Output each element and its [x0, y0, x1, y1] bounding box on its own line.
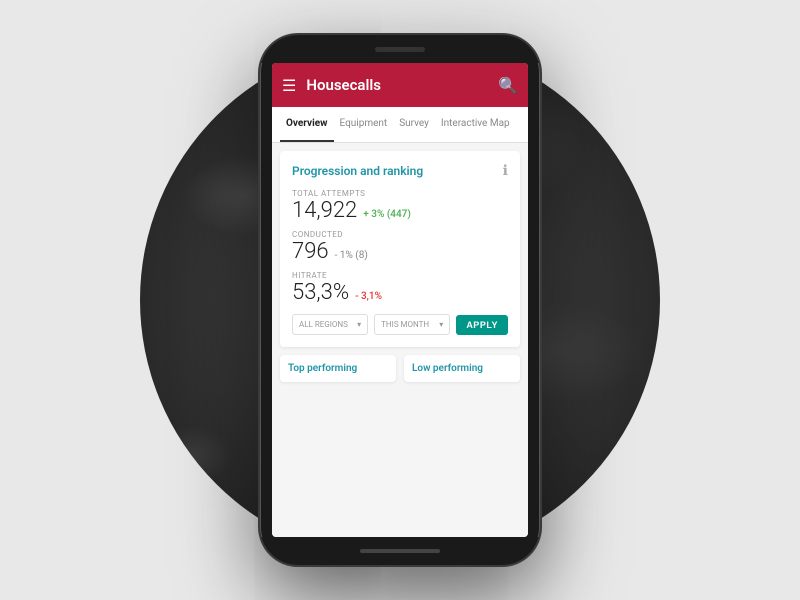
- phone-top-bar: [260, 35, 540, 63]
- stat-conducted: CONDUCTED 796 - 1% (8): [292, 230, 508, 263]
- top-performing-title: Top performing: [288, 363, 388, 374]
- phone-screen: ☰ Housecalls 🔍 Overview Equipment Survey…: [272, 63, 528, 537]
- tab-interactive-map[interactable]: Interactive Map: [435, 107, 516, 142]
- stat-total-attempts: TOTAL ATTEMPTS 14,922 + 3% (447): [292, 189, 508, 222]
- low-performing-title: Low performing: [412, 363, 512, 374]
- app-title: Housecalls: [306, 76, 498, 94]
- filters: ALL REGIONS ▾ THIS MONTH ▾ APPLY: [292, 314, 508, 335]
- phone-bottom: [260, 537, 540, 565]
- stat-label-conducted: CONDUCTED: [292, 230, 508, 239]
- stat-change-attempts: + 3% (447): [363, 209, 411, 220]
- low-performing-card: Low performing: [404, 355, 520, 382]
- card-title: Progression and ranking: [292, 164, 423, 178]
- region-arrow: ▾: [357, 320, 361, 329]
- stat-label-hitrate: HITRATE: [292, 271, 508, 280]
- region-filter[interactable]: ALL REGIONS ▾: [292, 314, 368, 335]
- stat-change-hitrate: - 3,1%: [355, 291, 382, 302]
- card-header: Progression and ranking ℹ: [292, 163, 508, 179]
- progression-card: Progression and ranking ℹ TOTAL ATTEMPTS…: [280, 151, 520, 347]
- stat-value-hitrate: 53,3%: [292, 282, 349, 304]
- hamburger-icon[interactable]: ☰: [282, 76, 296, 95]
- home-indicator: [360, 549, 440, 553]
- stat-value-attempts: 14,922: [292, 200, 357, 222]
- speaker: [375, 47, 425, 52]
- apply-button[interactable]: APPLY: [456, 315, 508, 335]
- stat-hitrate: HITRATE 53,3% - 3,1%: [292, 271, 508, 304]
- search-icon[interactable]: 🔍: [498, 76, 518, 95]
- top-performing-card: Top performing: [280, 355, 396, 382]
- tab-equipment[interactable]: Equipment: [334, 107, 394, 142]
- phone-frame: ☰ Housecalls 🔍 Overview Equipment Survey…: [260, 35, 540, 565]
- stat-row-attempts: 14,922 + 3% (447): [292, 200, 508, 222]
- info-icon[interactable]: ℹ: [503, 163, 508, 179]
- stat-change-conducted: - 1% (8): [335, 250, 368, 261]
- month-arrow: ▾: [439, 320, 443, 329]
- tab-overview[interactable]: Overview: [280, 107, 334, 142]
- bottom-row: Top performing Low performing: [280, 355, 520, 382]
- content-area: Progression and ranking ℹ TOTAL ATTEMPTS…: [272, 143, 528, 537]
- app-header: ☰ Housecalls 🔍: [272, 63, 528, 107]
- stat-label-attempts: TOTAL ATTEMPTS: [292, 189, 508, 198]
- tab-survey[interactable]: Survey: [393, 107, 435, 142]
- month-filter[interactable]: THIS MONTH ▾: [374, 314, 450, 335]
- stat-row-hitrate: 53,3% - 3,1%: [292, 282, 508, 304]
- region-label: ALL REGIONS: [299, 320, 348, 329]
- nav-tabs: Overview Equipment Survey Interactive Ma…: [272, 107, 528, 143]
- stat-value-conducted: 796: [292, 241, 329, 263]
- month-label: THIS MONTH: [381, 320, 429, 329]
- stat-row-conducted: 796 - 1% (8): [292, 241, 508, 263]
